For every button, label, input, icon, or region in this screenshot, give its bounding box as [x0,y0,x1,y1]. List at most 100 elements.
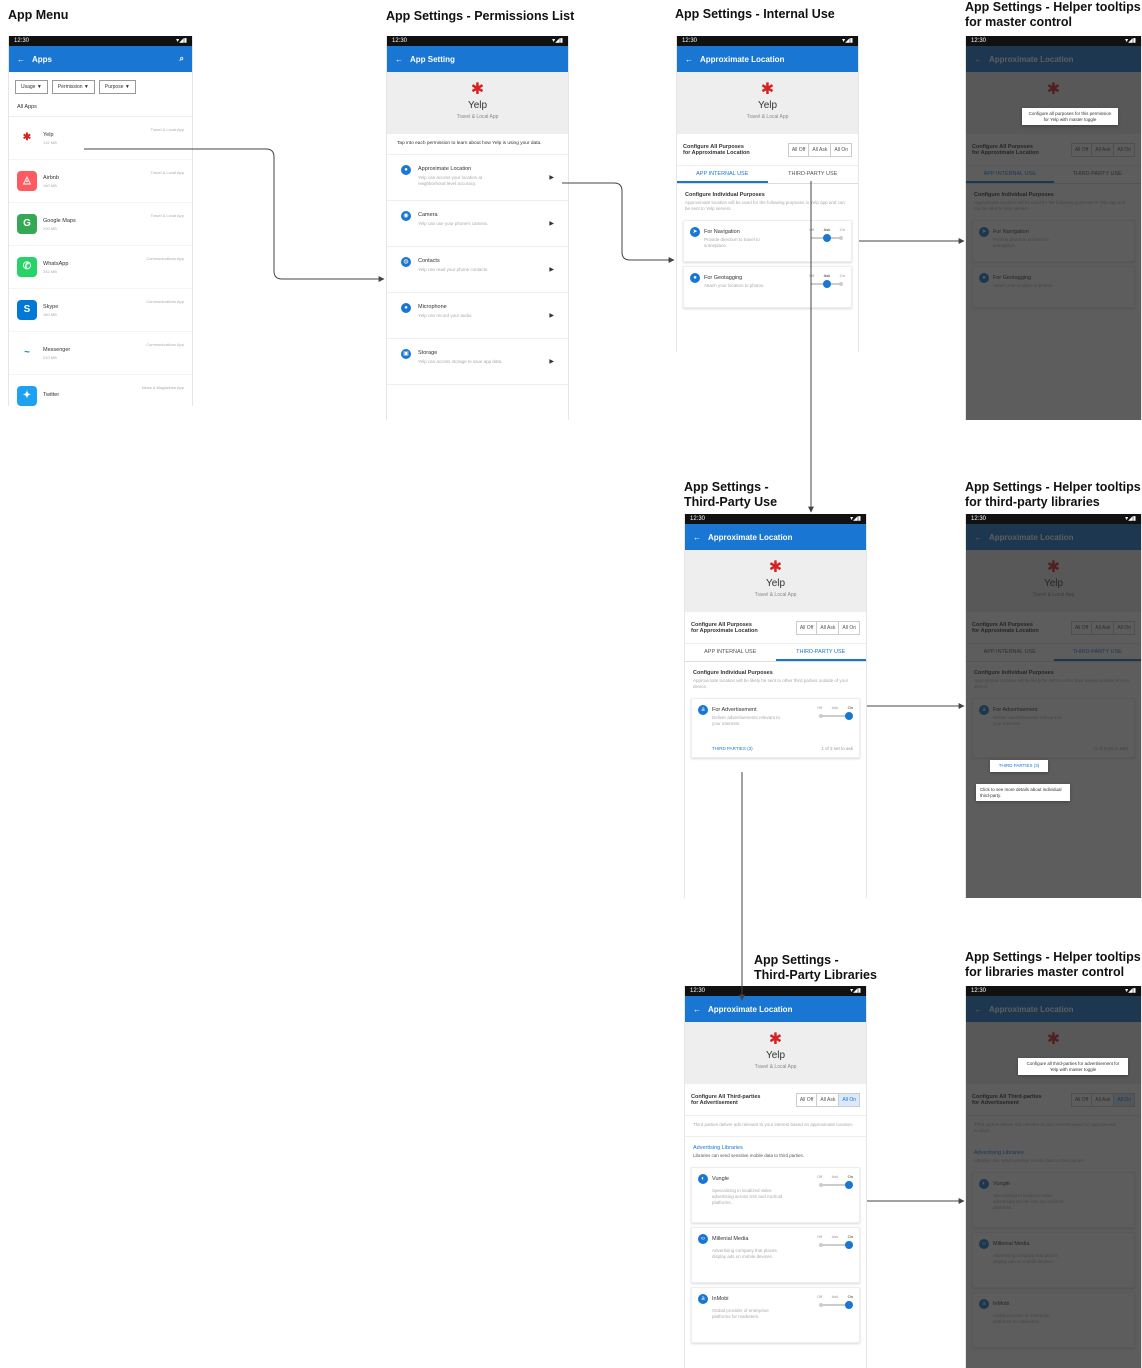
title-third-party-use: App Settings - Third-Party Use [684,480,777,510]
toggle-dot [839,236,843,240]
status-bar: 12:30 ▾◢▮ [966,986,1141,996]
toggle-dot [819,1183,823,1187]
library-toggle[interactable]: Off Ask On [817,1174,853,1189]
chevron-right-icon[interactable]: ▶ [549,358,554,365]
tab-third-party-use[interactable]: THIRD-PARTY USE [768,166,859,183]
toggle-ask-label: Ask [831,1174,839,1179]
filter-purpose[interactable]: Purpose ▼ [98,80,136,94]
tab-third-party-use[interactable]: THIRD-PARTY USE [775,644,866,661]
permission-row[interactable]: ▣ Storage Yelp can access storage to save … [387,339,568,385]
app-row[interactable]: S Skype 160 MB Communications App [9,289,192,332]
back-arrow-icon[interactable]: ← [685,55,693,64]
tab-internal-use[interactable]: APP INTERNAL USE [685,644,776,661]
all-on-button[interactable]: All On [838,1093,859,1106]
all-ask-button[interactable]: All Ask [816,621,838,634]
app-row[interactable]: G Google Maps 200 MB Travel & Local App [9,203,192,246]
toggle-knob[interactable] [845,1241,853,1249]
chevron-right-icon[interactable]: ▶ [549,312,554,319]
toggle-on-label: On [847,705,853,710]
purpose-toggle[interactable]: Off Ask On [809,227,845,242]
permission-row[interactable]: ◍ Contacts Yelp can read your phone contac… [387,247,568,293]
search-icon[interactable]: ⌕ [180,54,184,64]
purpose-card-geotagging: ● For Geotagging Attach your location to p… [683,266,852,308]
app-row[interactable]: ✦ Twitter News & Magazines App [9,375,192,406]
dim-overlay [966,996,1141,1368]
library-name: Vungle [712,1176,729,1182]
title-line-1: App Settings - Helper tooltips [965,950,1141,964]
tabs: APP INTERNAL USETHIRD-PARTY USE [685,644,866,662]
toggle-off-label: Off [817,1234,823,1239]
back-arrow-icon[interactable]: ← [395,55,403,64]
app-bar: ← Approximate Location [677,46,858,72]
yelp-logo-icon: ✱ [768,559,783,576]
chevron-right-icon[interactable]: ▶ [549,220,554,227]
third-parties-link-highlight[interactable]: THIRD PARTIES (3) [990,760,1048,772]
third-parties-link[interactable]: THIRD PARTIES (3) [712,746,753,751]
all-off-button[interactable]: All Off [797,622,817,634]
permission-row[interactable]: ◉ Camera Yelp can use your phone's camera.… [387,201,568,247]
library-icon: ‹› [698,1234,708,1244]
navigation-icon: ➤ [690,227,700,237]
all-off-button[interactable]: All Off [797,1094,817,1106]
permission-row[interactable]: ● Approximate Location Yelp can access you… [387,155,568,201]
back-arrow-icon[interactable]: ← [17,55,25,64]
app-name: Yelp [765,578,786,589]
location-pin-icon: ● [690,273,700,283]
app-category: Travel & Local App [746,114,789,120]
all-ask-button[interactable]: All Ask [808,143,830,156]
chevron-right-icon[interactable]: ▶ [549,174,554,181]
back-arrow-icon[interactable]: ← [693,533,701,542]
purpose-toggle[interactable]: Off Ask On [809,273,845,288]
all-ask-button[interactable]: All Ask [816,1093,838,1106]
purpose-toggle[interactable]: Off Ask On [817,705,853,720]
all-on-button[interactable]: All On [838,621,859,634]
app-row[interactable]: ~ Messenger 210 MB Communications App [9,332,192,375]
library-toggle[interactable]: Off Ask On [817,1234,853,1249]
toggle-knob[interactable] [845,712,853,720]
status-icons: ▾◢▮ [176,38,187,44]
app-category: News & Magazines App [141,385,184,390]
filter-usage[interactable]: Usage ▼ [15,80,48,94]
permission-icon: ▣ [401,349,411,359]
filter-permission[interactable]: Permission ▼ [51,80,95,94]
master-control: Configure All Purposesfor Approximate Lo… [685,612,866,644]
library-card: a InMobi Global provider of enterprise pla… [691,1287,860,1343]
all-off-button[interactable]: All Off [789,144,809,156]
toggle-knob[interactable] [823,280,831,288]
toggle-knob[interactable] [845,1301,853,1309]
app-row[interactable]: ✱ Yelp 132 MB Travel & Local App [9,117,192,160]
chevron-right-icon[interactable]: ▶ [549,266,554,273]
status-icons: ▾◢▮ [850,516,861,522]
app-category: Communications App [146,256,184,261]
app-size: 210 MB [43,354,57,360]
title-line-2: for third-party libraries [965,495,1100,509]
status-time: 12:30 [971,988,987,994]
app-row[interactable]: ◬ Airbnb 160 MB Travel & Local App [9,160,192,203]
toggle-dot [819,1303,823,1307]
toggle-ask-label: Ask [831,705,839,710]
app-row[interactable]: ✆ WhatsApp 252 MB Communications App [9,246,192,289]
library-description: Specializing in localized video advertis… [712,1188,783,1205]
title-internal-use: App Settings - Internal Use [675,7,835,21]
title-line-1: App Settings - Helper tooltips [965,480,1141,494]
toggle-ask-label: Ask [823,227,831,232]
yelp-logo-icon: ✱ [768,1031,783,1048]
back-arrow-icon[interactable]: ← [693,1005,701,1014]
master-control: Configure All Purposesfor Approximate Lo… [677,134,858,166]
master-label: Configure All Purposesfor Approximate Lo… [683,144,750,156]
all-on-button[interactable]: All On [830,143,851,156]
app-size: 200 MB [43,225,57,231]
intro-text: Tap into each permission to learn about … [387,134,568,155]
app-icon: S [17,300,37,320]
toggle-knob[interactable] [845,1181,853,1189]
permission-row[interactable]: ● Microphone Yelp can record your audio. ▶ [387,293,568,339]
purpose-name: For Advertisement [712,707,757,713]
permission-description: Yelp can access your location at neighbo… [418,175,483,186]
library-name: Millenial Media [712,1236,749,1242]
toggle-knob[interactable] [823,234,831,242]
title-line-1: App Settings - [754,953,839,967]
library-toggle[interactable]: Off Ask On [817,1294,853,1309]
tab-internal-use[interactable]: APP INTERNAL USE [677,166,768,183]
title-line-2: Third-Party Libraries [754,968,877,982]
library-description: Global provider of enterprise platforms … [712,1308,769,1319]
